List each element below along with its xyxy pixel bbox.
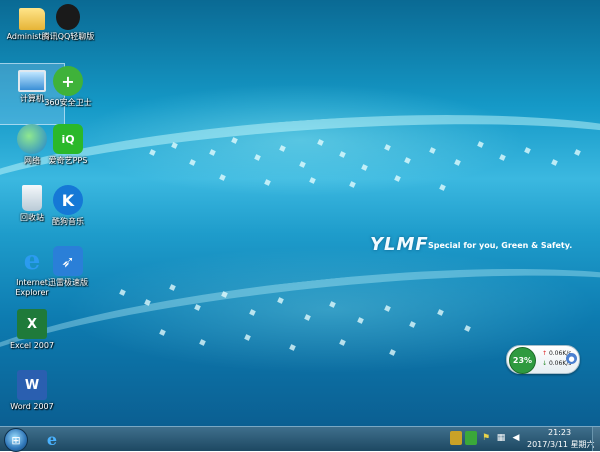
windows-logo-icon: ⊞ xyxy=(11,433,21,447)
wallpaper-tagline: Special for you, Green & Safety. xyxy=(428,241,573,250)
desktop-icon-label: 迅雷极速版 xyxy=(48,278,88,287)
arrow-up-icon: ↑ xyxy=(542,350,548,357)
network-tray-icon[interactable]: ▦ xyxy=(495,431,507,445)
desktop-icon-360-safe[interactable]: + 360安全卫士 xyxy=(36,64,100,124)
desktop-icon-label: 腾讯QQ轻聊版 xyxy=(41,32,95,41)
taskbar-internet-explorer[interactable]: e xyxy=(38,429,66,449)
action-center-icon[interactable] xyxy=(450,431,462,445)
desktop-icon-kugou[interactable]: K 酷狗音乐 xyxy=(36,183,100,243)
security-shield-icon[interactable] xyxy=(465,431,477,445)
desktop-icon-label: Word 2007 xyxy=(10,402,54,411)
kugou-icon: K xyxy=(53,185,83,215)
desktop-icon-word[interactable]: W Word 2007 xyxy=(0,368,64,426)
netmon-menu-icon[interactable]: ● xyxy=(566,353,577,364)
word-icon: W xyxy=(17,370,47,400)
clock-time[interactable]: 21:23 xyxy=(548,428,571,437)
show-desktop-button[interactable] xyxy=(592,427,600,451)
system-tray: ⚑ ▦ ◀ xyxy=(450,431,522,445)
volume-icon[interactable]: ◀ xyxy=(510,431,522,445)
desktop-icon-qq[interactable]: 腾讯QQ轻聊版 xyxy=(36,2,100,62)
desktop-icon-label: 360安全卫士 xyxy=(44,98,92,107)
flag-icon[interactable]: ⚑ xyxy=(480,431,492,445)
excel-icon: X xyxy=(17,309,47,339)
internet-explorer-icon: e xyxy=(46,429,58,449)
qq-icon xyxy=(56,4,80,30)
netmon-percent: 23% xyxy=(509,347,536,374)
network-speed-monitor[interactable]: 23% ↑ 0.06K/s ↓ 0.06K/s ● xyxy=(506,345,580,374)
desktop-icon-label: Excel 2007 xyxy=(9,341,55,350)
desktop-icon-label: 爱奇艺PPS xyxy=(48,156,88,165)
taskbar: ⊞ e ⚑ ▦ ◀ 21:23 2017/3/11 星期六 xyxy=(0,426,600,452)
arrow-down-icon: ↓ xyxy=(542,360,548,367)
start-button[interactable]: ⊞ xyxy=(4,428,28,452)
desktop-icon-label: 酷狗音乐 xyxy=(52,217,84,226)
iqiyi-icon: iQ xyxy=(53,124,83,154)
desktop-icon-xunlei[interactable]: ➶ 迅雷极速版 xyxy=(36,244,100,304)
clock-date[interactable]: 2017/3/11 星期六 xyxy=(527,439,595,450)
desktop-icon-excel[interactable]: X Excel 2007 xyxy=(0,307,64,367)
xunlei-icon: ➶ xyxy=(53,246,83,276)
360-safe-icon: + xyxy=(53,66,83,96)
desktop-icon-iqiyi[interactable]: iQ 爱奇艺PPS xyxy=(36,122,100,182)
desktop[interactable]: Administra... 计算机 网络 回收站 e Internet Expl… xyxy=(0,0,600,426)
ylmf-logo: YLMF xyxy=(370,234,429,255)
